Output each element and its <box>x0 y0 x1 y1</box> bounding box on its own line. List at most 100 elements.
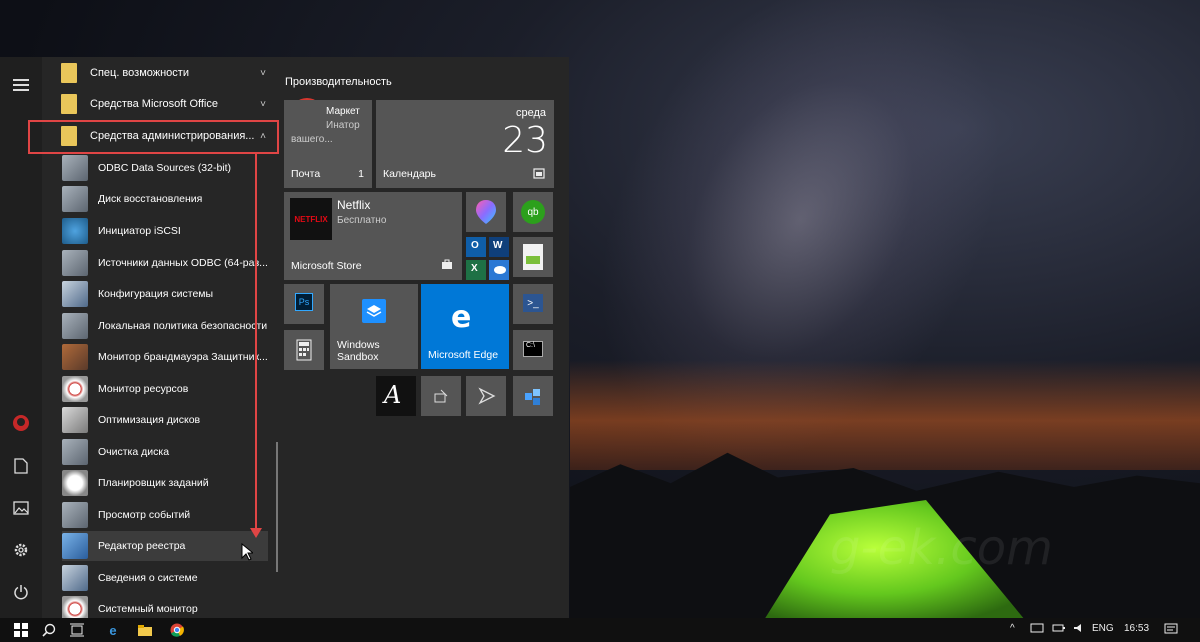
calculator-icon <box>296 339 312 361</box>
app-label: Оптимизация дисков <box>98 414 201 426</box>
app-firewall-monitor[interactable]: Монитор брандмауэра Защитник... <box>62 342 268 372</box>
app-odbc-64[interactable]: Источники данных ODBC (64-раз... <box>62 248 268 278</box>
tile-calendar[interactable]: среда 23 Календарь <box>376 100 554 188</box>
signature-icon: A <box>384 381 402 409</box>
app-label: Сведения о системе <box>98 572 198 584</box>
folder-accessibility[interactable]: Спец. возможности ˅ <box>52 58 270 88</box>
tile-word[interactable]: W <box>489 237 509 257</box>
folder-icon <box>61 94 77 114</box>
app-local-security-policy[interactable]: Локальная политика безопасности <box>62 311 268 341</box>
paint3d-icon <box>476 200 496 224</box>
store-bag-icon <box>441 258 453 273</box>
tile-app-signature[interactable]: A <box>376 376 416 416</box>
tile-powershell[interactable]: >_ <box>513 284 553 324</box>
tile-onedrive[interactable] <box>489 260 509 280</box>
user-avatar-icon[interactable] <box>11 413 31 433</box>
chevron-up-icon[interactable]: ^ <box>1010 623 1015 634</box>
taskbar: e ^ ENG 16:53 <box>0 618 1200 642</box>
app-label: Монитор ресурсов <box>98 383 189 395</box>
perf-monitor-icon <box>62 596 88 618</box>
start-windows-icon[interactable] <box>12 621 30 639</box>
tile-label: Microsoft Edge <box>428 349 499 361</box>
calendar-date: 23 <box>502 120 548 161</box>
task-view-icon[interactable] <box>68 621 86 639</box>
watermark: g-ek.com <box>830 520 1053 576</box>
tile-photoshop[interactable]: Ps <box>284 284 324 324</box>
mouse-cursor-icon <box>241 542 255 564</box>
scrollbar[interactable] <box>276 442 278 572</box>
folder-label: Спец. возможности <box>90 67 189 79</box>
file-explorer-icon[interactable] <box>136 621 154 639</box>
documents-icon[interactable] <box>11 456 31 476</box>
app-resource-monitor[interactable]: Монитор ресурсов <box>62 374 268 404</box>
annotation-arrowhead <box>250 528 262 538</box>
photoshop-icon: Ps <box>295 293 313 311</box>
monitor-icon <box>62 281 88 307</box>
tile-quickbooks[interactable]: qb <box>513 192 553 232</box>
odbc-icon <box>62 155 88 181</box>
highlight-box <box>28 120 279 154</box>
folder-label: Средства Microsoft Office <box>90 98 218 110</box>
chevron-down-icon: ˅ <box>260 98 266 110</box>
clock[interactable]: 16:53 <box>1124 623 1149 634</box>
gauge-icon <box>62 376 88 402</box>
app-label: Монитор брандмауэра Защитник... <box>98 351 268 363</box>
tile-outlook[interactable]: O <box>466 237 486 257</box>
tile-snip[interactable] <box>421 376 461 416</box>
tile-excel[interactable]: X <box>466 260 486 280</box>
cmd-icon: C:\ <box>523 341 543 357</box>
power-icon[interactable] <box>11 582 31 602</box>
mail-preview-line2: Инатор <box>326 120 360 131</box>
app-perf-monitor[interactable]: Системный монитор <box>62 594 268 618</box>
app-recovery-drive[interactable]: Диск восстановления <box>62 184 268 214</box>
volume-icon[interactable] <box>1073 623 1085 636</box>
app-disk-optimize[interactable]: Оптимизация дисков <box>62 405 268 435</box>
tile-microsoft-store[interactable]: NETFLIX Netflix Бесплатно Microsoft Stor… <box>284 192 462 280</box>
tile-mail[interactable]: Маркет Инатор вашего... Почта 1 <box>284 100 372 188</box>
defrag-icon <box>62 407 88 433</box>
app-odbc-32[interactable]: ODBC Data Sources (32-bit) <box>62 153 268 183</box>
battery-icon[interactable] <box>1052 623 1066 636</box>
powershell-icon: >_ <box>523 294 543 312</box>
app-label: Просмотр событий <box>98 509 191 521</box>
tile-group-title: Производительность <box>285 76 392 88</box>
language-indicator[interactable]: ENG <box>1092 623 1114 634</box>
tile-paint3d[interactable] <box>466 192 506 232</box>
outlook-icon: O <box>471 240 479 251</box>
app-disk-cleanup[interactable]: Очистка диска <box>62 437 268 467</box>
app-label: Редактор реестра <box>98 540 186 552</box>
search-icon[interactable] <box>40 621 58 639</box>
app-label: Планировщик заданий <box>98 477 209 489</box>
app-task-scheduler[interactable]: Планировщик заданий <box>62 468 268 498</box>
app-label: Источники данных ODBC (64-раз... <box>98 257 268 269</box>
chevron-down-icon: ˅ <box>260 67 266 79</box>
folder-ms-office-tools[interactable]: Средства Microsoft Office ˅ <box>52 89 270 119</box>
app-system-config[interactable]: Конфигурация системы <box>62 279 268 309</box>
clock-icon <box>62 470 88 496</box>
edge-icon: e <box>451 300 472 335</box>
edge-taskbar-icon[interactable]: e <box>104 621 122 639</box>
mail-count: 1 <box>358 168 364 180</box>
tile-calculator[interactable] <box>284 330 324 370</box>
settings-gear-icon[interactable] <box>11 540 31 560</box>
quickbooks-icon: qb <box>521 200 545 224</box>
tile-send[interactable] <box>466 376 506 416</box>
app-registry-editor[interactable]: Редактор реестра <box>62 531 268 561</box>
tile-command-prompt[interactable]: C:\ <box>513 330 553 370</box>
word-icon: W <box>493 240 503 251</box>
chrome-icon[interactable] <box>168 621 186 639</box>
notifications-icon[interactable] <box>1164 623 1178 638</box>
app-event-viewer[interactable]: Просмотр событий <box>62 500 268 530</box>
sandbox-icon <box>362 299 386 323</box>
tile-notes[interactable] <box>513 237 553 277</box>
hamburger-icon[interactable] <box>11 75 31 95</box>
tile-windows-sandbox[interactable]: Windows Sandbox <box>330 284 418 369</box>
tile-registry-tools[interactable] <box>513 376 553 416</box>
folder-icon <box>61 63 77 83</box>
app-system-info[interactable]: Сведения о системе <box>62 563 268 593</box>
tile-microsoft-edge[interactable]: e Microsoft Edge <box>421 284 509 369</box>
network-icon[interactable] <box>1030 623 1044 637</box>
horizon-glow <box>570 360 1200 470</box>
pictures-icon[interactable] <box>11 498 31 518</box>
app-iscsi-initiator[interactable]: Инициатор iSCSI <box>62 216 268 246</box>
